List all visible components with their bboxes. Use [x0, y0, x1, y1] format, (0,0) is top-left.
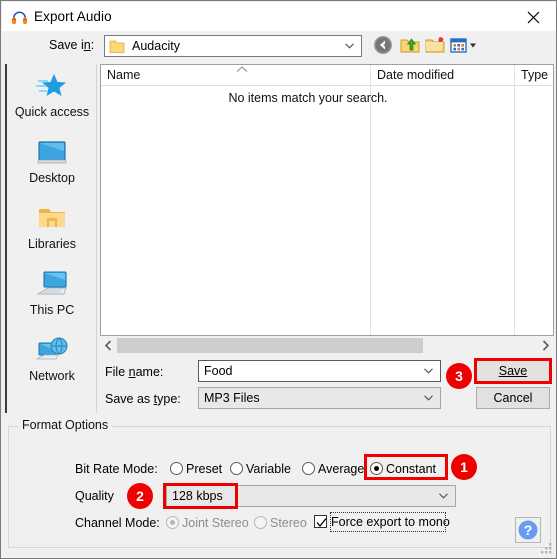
radio-label: Preset — [186, 462, 223, 476]
radio-label: Constant — [386, 462, 437, 476]
sidebar-item-label: Network — [29, 369, 75, 383]
radio-indicator — [370, 462, 383, 475]
sidebar-item-network[interactable]: Network — [7, 328, 97, 394]
radio-label: Variable — [246, 462, 291, 476]
sidebar-item-desktop[interactable]: Desktop — [7, 130, 97, 196]
network-globe-icon — [34, 334, 70, 368]
column-divider — [370, 86, 371, 335]
folder-icon — [109, 40, 125, 53]
horizontal-scrollbar[interactable] — [100, 337, 554, 354]
sidebar-item-label: This PC — [29, 303, 75, 317]
new-folder-button[interactable] — [424, 34, 448, 58]
radio-indicator — [166, 516, 179, 529]
navigation-bar: Save in: Audacity — [2, 31, 556, 63]
save-button-label: Save — [498, 364, 528, 378]
scroll-left-button[interactable] — [100, 337, 117, 354]
scroll-right-button[interactable] — [537, 337, 554, 354]
title-bar: Export Audio — [2, 2, 556, 31]
window-title: Export Audio — [34, 9, 112, 24]
quick-access-star-icon — [34, 70, 70, 104]
sidebar-item-this-pc[interactable]: This PC — [7, 262, 97, 328]
bit-rate-mode-label: Bit Rate Mode: — [75, 462, 158, 476]
save-in-dropdown[interactable]: Audacity — [104, 35, 362, 57]
up-folder-icon — [400, 38, 420, 53]
quality-label: Quality — [75, 489, 114, 503]
desktop-monitor-icon — [34, 136, 70, 170]
scrollbar-thumb[interactable] — [117, 338, 423, 353]
column-header-row: Name Date modified Type — [101, 65, 553, 86]
views-dropdown-icon — [450, 38, 476, 53]
radio-label: Joint Stereo — [182, 516, 249, 530]
save-button[interactable]: Save — [476, 360, 550, 382]
bit-rate-preset-radio[interactable]: Preset — [170, 462, 222, 476]
radio-indicator — [170, 462, 183, 475]
libraries-folder-icon — [34, 202, 70, 236]
chevron-down-icon[interactable] — [424, 395, 433, 401]
column-header-name[interactable]: Name — [101, 65, 371, 86]
channel-mode-label: Channel Mode: — [75, 516, 160, 530]
radio-indicator — [302, 462, 315, 475]
save-in-value: Audacity — [132, 39, 180, 53]
back-arrow-icon — [374, 36, 392, 54]
close-icon — [527, 11, 540, 24]
sidebar-item-libraries[interactable]: Libraries — [7, 196, 97, 262]
help-question-icon: ? — [518, 520, 538, 540]
radio-indicator — [230, 462, 243, 475]
new-folder-icon — [425, 37, 445, 53]
save-as-type-value: MP3 Files — [204, 391, 260, 405]
sidebar-item-quick-access[interactable]: Quick access — [7, 64, 97, 130]
svg-text:?: ? — [524, 522, 533, 538]
radio-label: Average — [318, 462, 365, 476]
cancel-button[interactable]: Cancel — [476, 387, 550, 409]
close-button[interactable] — [511, 2, 556, 31]
chevron-right-icon — [542, 340, 550, 351]
export-audio-dialog: Export Audio Save in: Audacity Quick acc… — [0, 0, 557, 559]
channel-stereo-radio: Stereo — [254, 516, 307, 530]
chevron-down-icon — [345, 43, 354, 49]
back-button[interactable] — [372, 34, 396, 58]
save-in-label: Save in: — [49, 38, 95, 52]
places-bar: Quick access Desktop Libraries This PC N… — [5, 64, 97, 413]
this-pc-icon — [34, 268, 70, 302]
save-as-type-dropdown[interactable]: MP3 Files — [198, 387, 441, 409]
quality-dropdown[interactable]: 128 kbps — [166, 485, 456, 507]
save-as-type-label: Save as type: — [105, 392, 181, 406]
empty-list-message: No items match your search. — [228, 91, 388, 105]
file-name-value: Food — [204, 364, 233, 378]
radio-label: Stereo — [270, 516, 307, 530]
up-one-level-button[interactable] — [399, 34, 423, 58]
resize-grip[interactable] — [541, 543, 553, 555]
column-divider — [514, 86, 515, 335]
sidebar-item-label: Libraries — [28, 237, 76, 251]
focus-outline — [330, 512, 446, 532]
format-options-title: Format Options — [18, 418, 113, 432]
sidebar-item-label: Quick access — [14, 105, 90, 119]
annotation-badge-3: 3 — [446, 363, 472, 389]
channel-joint-stereo-radio: Joint Stereo — [166, 516, 249, 530]
sidebar-item-label: Desktop — [29, 171, 75, 185]
checkmark-icon — [316, 518, 327, 528]
chevron-left-icon — [104, 340, 112, 351]
column-header-type[interactable]: Type — [515, 65, 553, 86]
file-name-label: File name: — [105, 365, 164, 379]
annotation-badge-2: 2 — [127, 483, 153, 509]
bit-rate-average-radio[interactable]: Average — [302, 462, 364, 476]
audacity-headphones-icon — [12, 11, 27, 24]
annotation-badge-1: 1 — [451, 454, 477, 480]
file-name-input[interactable]: Food — [198, 360, 441, 382]
help-button[interactable]: ? — [515, 517, 541, 543]
radio-indicator — [254, 516, 267, 529]
bit-rate-variable-radio[interactable]: Variable — [230, 462, 291, 476]
view-mode-button[interactable] — [449, 34, 481, 58]
checkbox-indicator — [314, 515, 327, 528]
chevron-down-icon[interactable] — [424, 368, 433, 374]
ascending-caret-icon — [236, 66, 248, 72]
bit-rate-constant-radio[interactable]: Constant — [370, 462, 436, 476]
file-list-pane[interactable]: Name Date modified Type No items match y… — [100, 64, 554, 336]
chevron-down-icon[interactable] — [439, 493, 448, 499]
quality-value: 128 kbps — [172, 489, 223, 503]
column-header-date-modified[interactable]: Date modified — [371, 65, 515, 86]
